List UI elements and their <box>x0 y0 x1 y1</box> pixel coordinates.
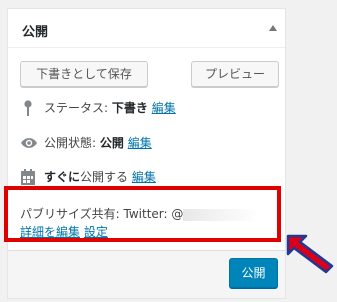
eye-icon <box>21 138 37 148</box>
calendar-icon <box>21 169 35 185</box>
publish-box: 公開 下書きとして保存 プレビュー ステータス: 下書き 編集 公開状態: 公開… <box>7 8 286 299</box>
edit-status-link[interactable]: 編集 <box>152 101 176 115</box>
preview-button[interactable]: プレビュー <box>191 61 279 87</box>
edit-visibility-link[interactable]: 編集 <box>128 136 152 150</box>
visibility-value: 公開 <box>99 136 124 150</box>
pin-icon <box>24 100 32 116</box>
edit-schedule-link[interactable]: 編集 <box>132 170 156 184</box>
highlight-box <box>4 186 281 242</box>
status-label: ステータス: <box>44 101 109 115</box>
publish-box-title: 公開 <box>22 25 49 40</box>
save-draft-button[interactable]: 下書きとして保存 <box>20 61 148 87</box>
visibility-label: 公開状態: <box>44 136 97 150</box>
major-publishing-actions: 公開 <box>8 250 285 298</box>
schedule-label: 公開する <box>80 170 129 184</box>
publish-button[interactable]: 公開 <box>229 258 278 288</box>
pointer-arrow-icon <box>286 234 334 274</box>
status-value: 下書き <box>111 101 148 115</box>
publish-box-header[interactable]: 公開 <box>8 9 285 48</box>
collapse-arrow-icon[interactable] <box>269 25 277 31</box>
schedule-emphasis: すぐに <box>44 170 81 184</box>
